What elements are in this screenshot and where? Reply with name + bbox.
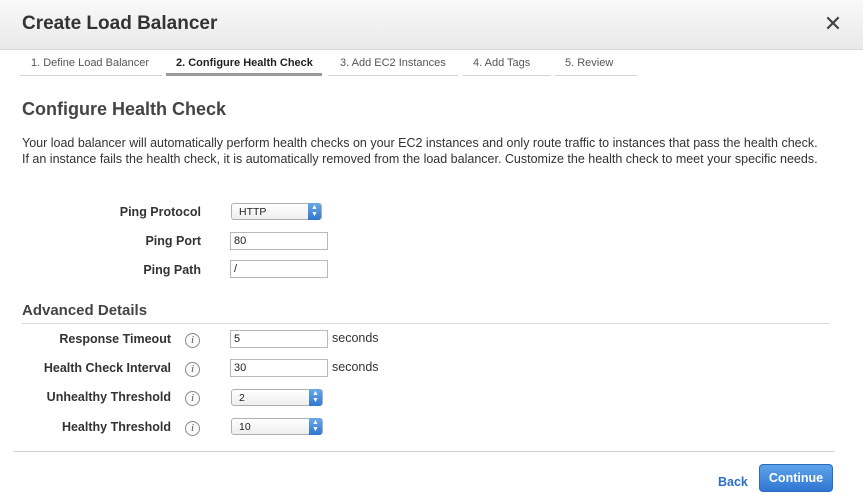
tab-add-tags[interactable]: 4. Add Tags — [463, 52, 551, 76]
intro-text: Your load balancer will automatically pe… — [22, 136, 818, 166]
ping-protocol-select[interactable]: HTTP ▲ ▼ — [231, 203, 322, 220]
unhealthy-threshold-value: 2 — [239, 392, 245, 404]
advanced-details-title: Advanced Details — [22, 302, 148, 319]
ping-path-row: Ping Path — [0, 261, 201, 281]
health-check-interval-input[interactable]: 30 — [230, 359, 328, 377]
close-icon[interactable]: ✕ — [823, 13, 843, 35]
unhealthy-threshold-label: Unhealthy Threshold — [46, 390, 171, 404]
info-icon[interactable]: i — [185, 333, 200, 348]
ping-port-input[interactable]: 80 — [230, 232, 328, 250]
healthy-threshold-row: Healthy Threshold — [0, 418, 171, 438]
select-arrows-icon: ▲ ▼ — [309, 389, 322, 406]
footer-divider — [14, 451, 834, 452]
dialog-header: Create Load Balancer ✕ — [0, 0, 863, 50]
ping-port-row: Ping Port — [0, 232, 201, 252]
unhealthy-threshold-row: Unhealthy Threshold — [0, 388, 171, 408]
ping-path-label: Ping Path — [143, 263, 201, 277]
info-icon[interactable]: i — [185, 391, 200, 406]
info-icon[interactable]: i — [185, 362, 200, 377]
health-check-interval-row: Health Check Interval — [0, 359, 171, 379]
response-timeout-row: Response Timeout — [0, 330, 171, 350]
select-arrows-icon: ▲ ▼ — [309, 418, 322, 435]
healthy-threshold-value: 10 — [239, 421, 251, 433]
response-timeout-input[interactable]: 5 — [230, 330, 328, 348]
ping-protocol-label: Ping Protocol — [119, 205, 201, 219]
ping-protocol-value: HTTP — [239, 206, 267, 218]
back-button[interactable]: Back — [718, 475, 748, 489]
tab-add-ec2-instances[interactable]: 3. Add EC2 Instances — [328, 52, 458, 76]
unhealthy-threshold-select[interactable]: 2 ▲ ▼ — [231, 389, 323, 406]
health-check-interval-label: Health Check Interval — [43, 361, 171, 375]
tab-configure-health-check[interactable]: 2. Configure Health Check — [166, 52, 322, 76]
info-icon[interactable]: i — [185, 421, 200, 436]
response-timeout-unit: seconds — [332, 331, 379, 345]
page-title: Configure Health Check — [22, 99, 227, 119]
response-timeout-label: Response Timeout — [59, 332, 171, 346]
healthy-threshold-select[interactable]: 10 ▲ ▼ — [231, 418, 323, 435]
divider — [22, 323, 830, 324]
health-check-interval-unit: seconds — [332, 360, 379, 374]
ping-protocol-row: Ping Protocol — [0, 203, 201, 223]
healthy-threshold-label: Healthy Threshold — [61, 420, 171, 434]
dialog-title: Create Load Balancer — [22, 13, 218, 34]
tab-define-load-balancer[interactable]: 1. Define Load Balancer — [20, 52, 162, 76]
ping-port-label: Ping Port — [145, 234, 201, 248]
continue-button[interactable]: Continue — [759, 464, 833, 492]
ping-path-input[interactable]: / — [230, 260, 328, 278]
tab-review[interactable]: 5. Review — [555, 52, 637, 76]
select-arrows-icon: ▲ ▼ — [308, 203, 321, 220]
